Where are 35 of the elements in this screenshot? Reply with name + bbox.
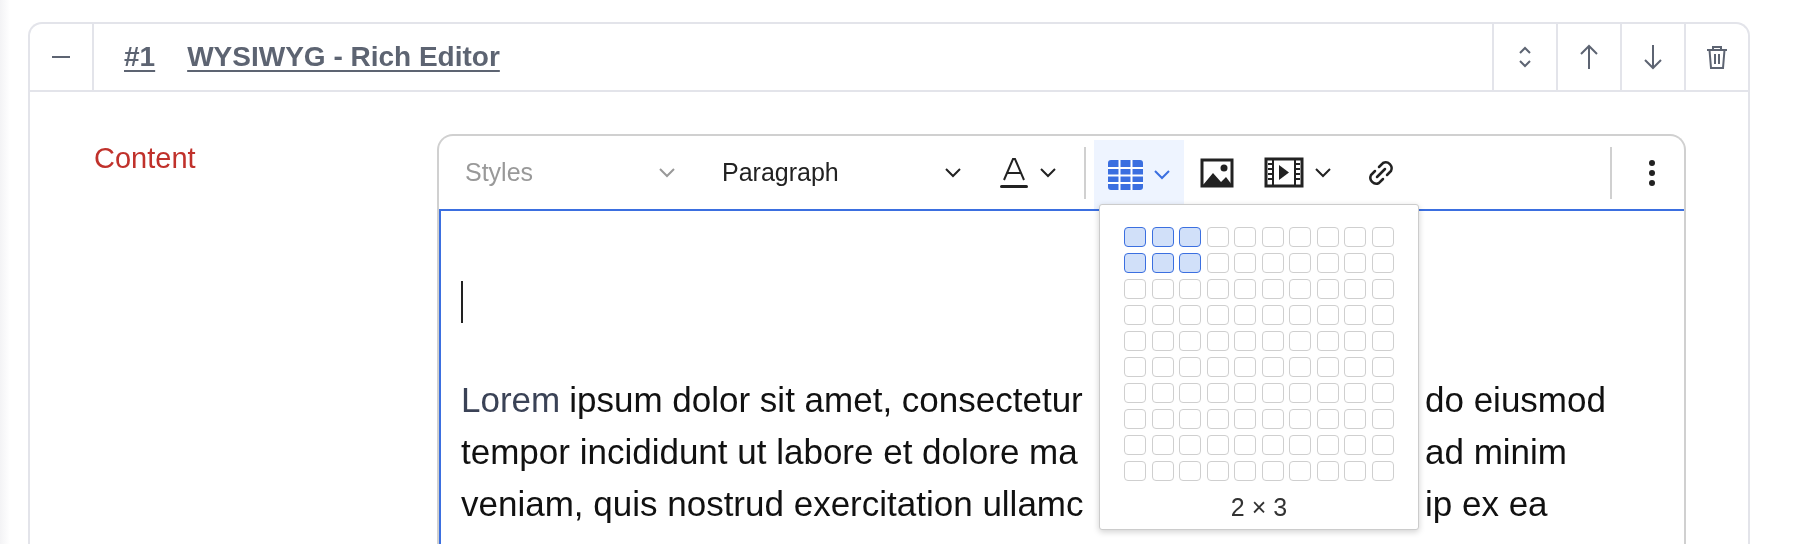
grid-cell[interactable] <box>1179 253 1202 273</box>
text-cursor <box>461 281 463 323</box>
trash-icon <box>1706 45 1728 69</box>
grid-cell[interactable] <box>1124 253 1147 273</box>
block-title-link[interactable]: WYSIWYG - Rich Editor <box>187 41 500 73</box>
chevron-down-icon <box>1314 167 1332 178</box>
grid-cell[interactable] <box>1151 253 1174 273</box>
paragraph-text: tempor incididunt ut labore et dolore ma <box>461 432 1078 472</box>
block-index-link[interactable]: #1 <box>124 41 156 73</box>
grid-cell[interactable] <box>1124 227 1147 247</box>
chevron-down-icon <box>1039 167 1057 178</box>
letter-a-underline-icon <box>999 156 1029 189</box>
more-vertical-icon <box>1648 158 1656 187</box>
paragraph-text: ipsum dolor sit amet, consectetur <box>569 380 1083 420</box>
chevron-down-icon <box>1152 169 1171 180</box>
table-button[interactable] <box>1094 140 1184 209</box>
grid-cell[interactable] <box>1151 227 1174 247</box>
chevron-down-icon <box>944 167 962 178</box>
chevron-down-icon <box>658 167 676 178</box>
paragraph-text: ad minim <box>1424 432 1568 472</box>
up-down-chevron-icon <box>1518 45 1532 69</box>
table-icon <box>1107 159 1143 190</box>
arrow-down-icon <box>1643 44 1663 70</box>
arrow-up-icon <box>1579 44 1599 70</box>
field-label: Content <box>94 142 197 176</box>
image-icon <box>1200 157 1234 188</box>
paragraph-text: ip ex ea <box>1424 484 1549 524</box>
film-play-icon <box>1264 157 1304 188</box>
format-dropdown[interactable]: Paragraph <box>700 142 980 203</box>
highlighted-word: Lorem <box>461 380 561 420</box>
table-size-label: 2 × 3 <box>1230 493 1288 522</box>
paragraph-text: veniam, quis nostrud exercitation ullamc <box>461 484 1084 524</box>
grid-cell[interactable] <box>1179 227 1202 247</box>
paragraph-text: do eiusmod <box>1424 380 1607 420</box>
minus-icon <box>52 56 70 58</box>
